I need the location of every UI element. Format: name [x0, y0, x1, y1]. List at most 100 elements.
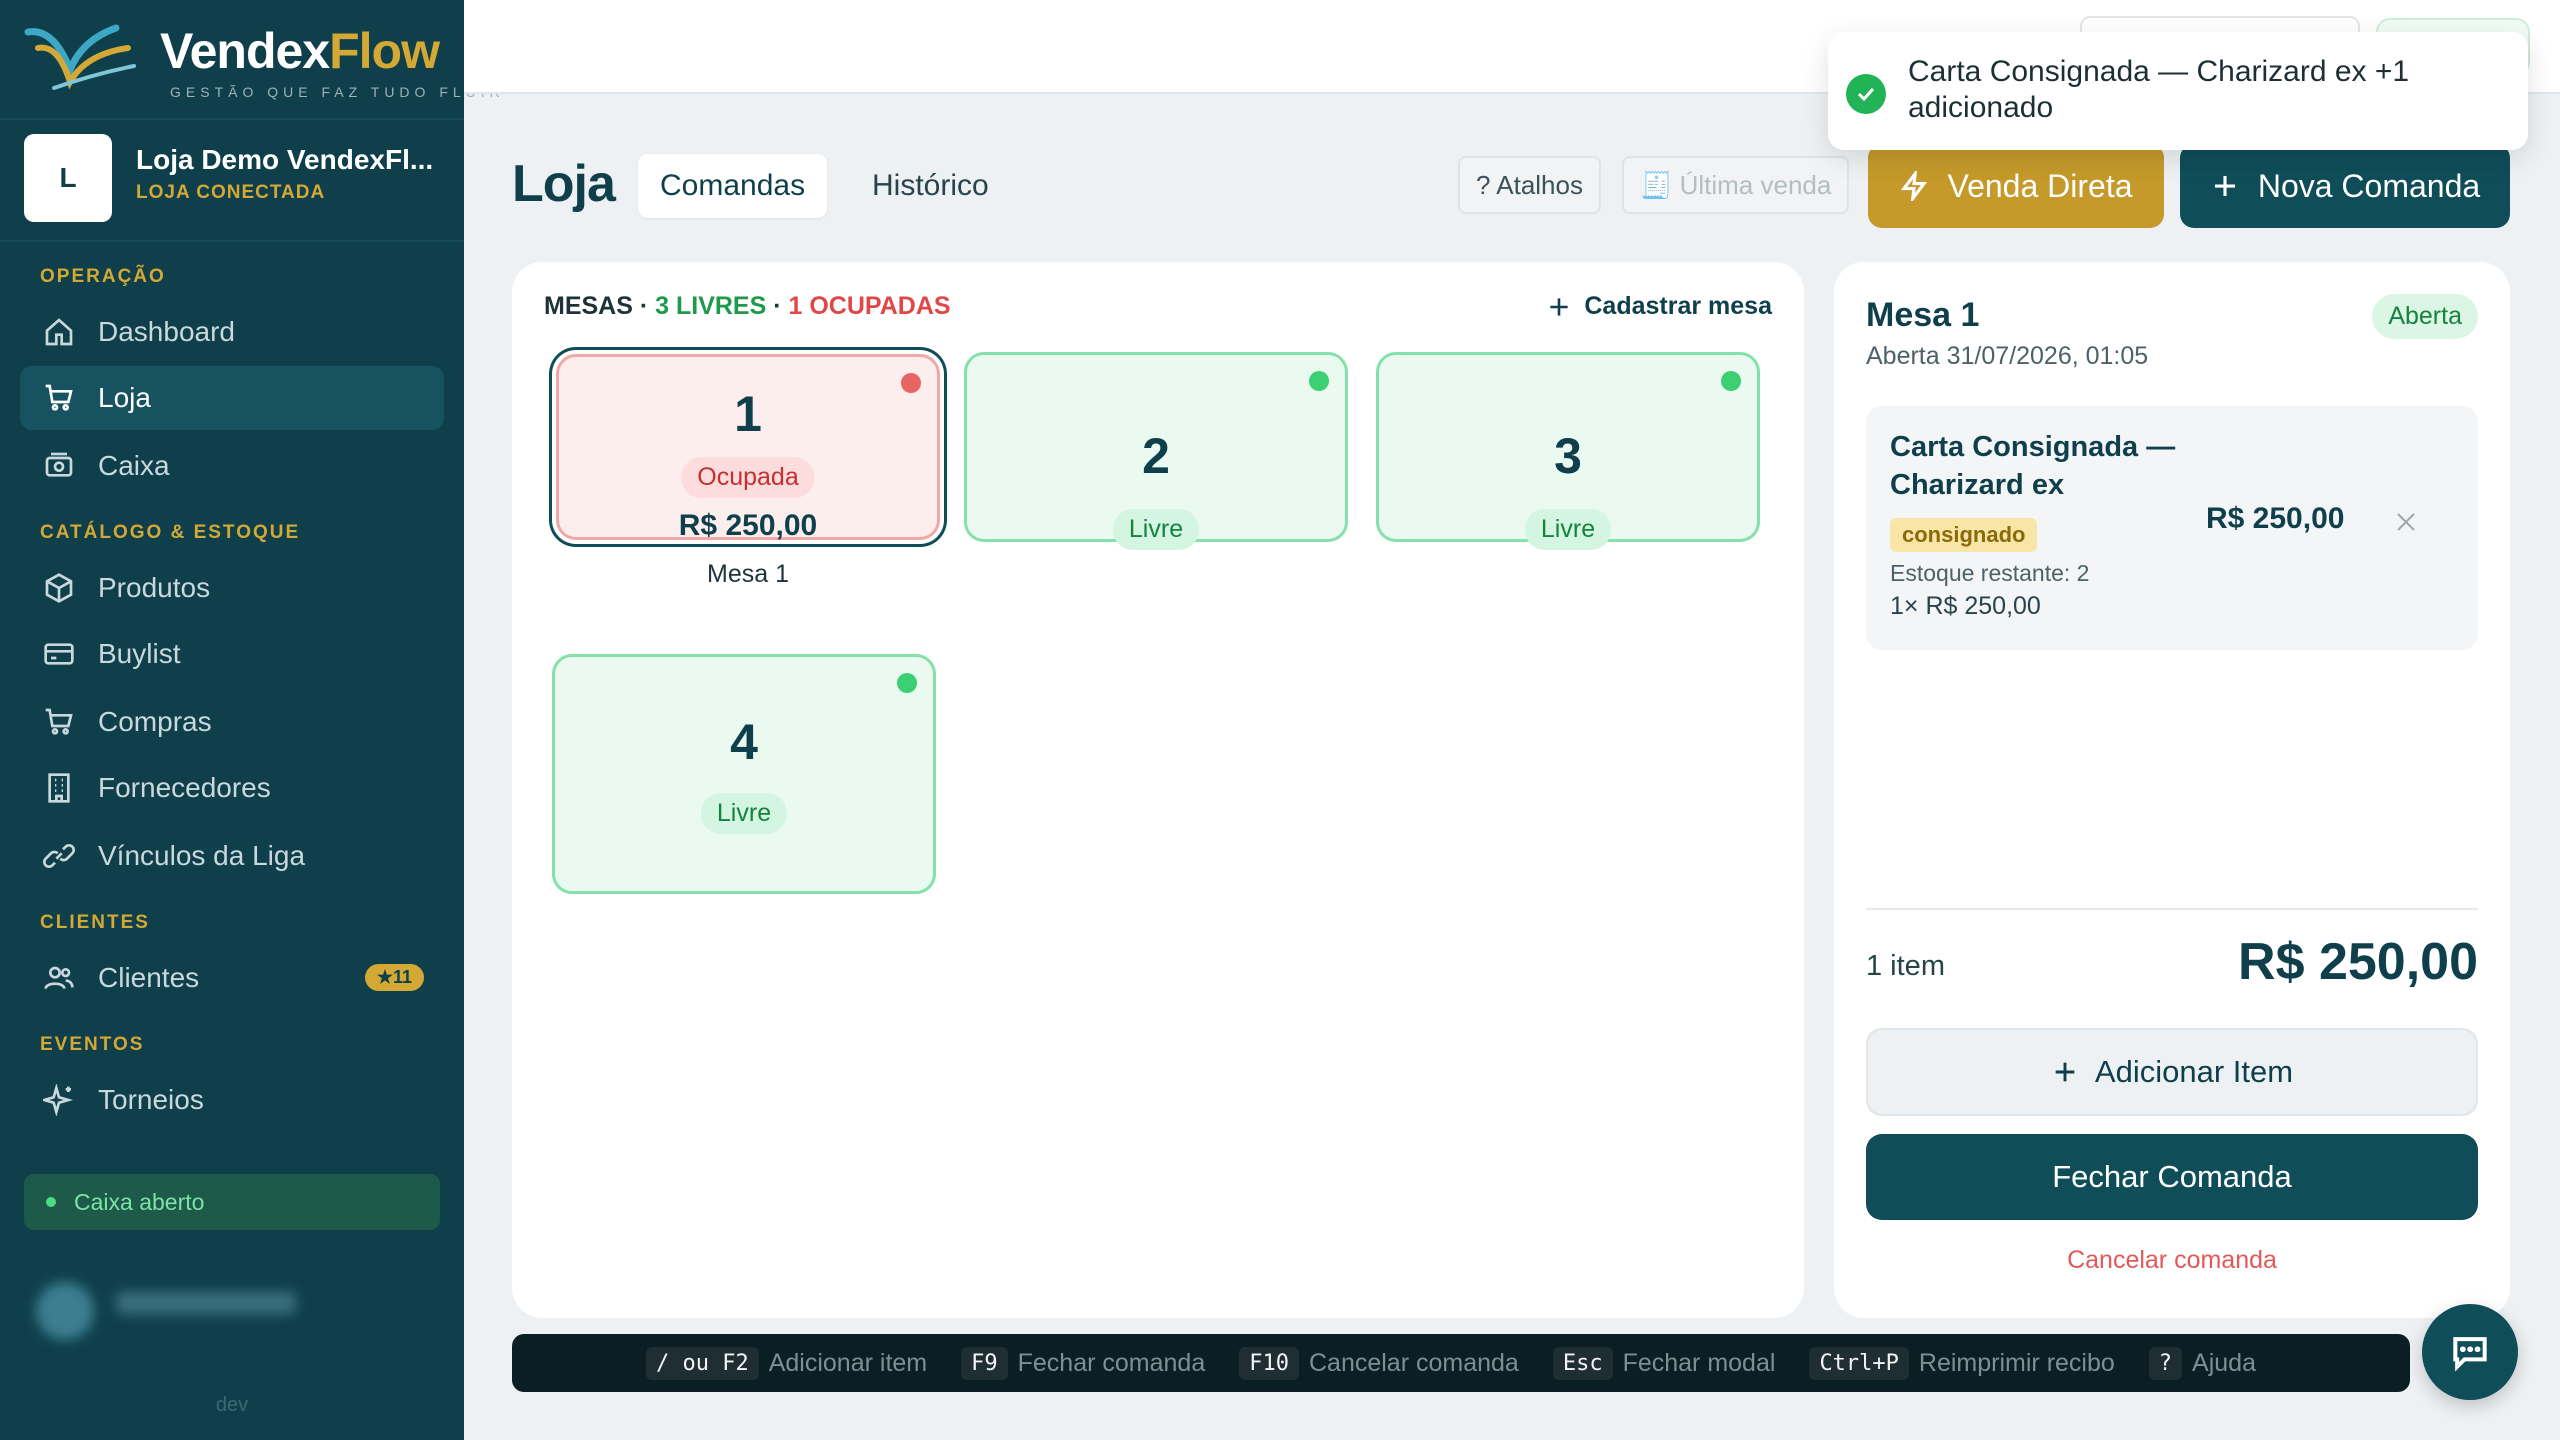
toast-message: Carta Consignada — Charizard ex +1 adici…	[1908, 55, 2410, 124]
sidebar-item-label: Vínculos da Liga	[98, 840, 306, 871]
shortcut-key: Ctrl+P	[1809, 1346, 1909, 1380]
box-icon	[42, 571, 76, 605]
brand[interactable]: VendexFlow GESTÃO QUE FAZ TUDO FLUIR	[24, 14, 500, 102]
brand-name: VendexFlow	[160, 23, 440, 79]
direct-sale-label: Venda Direta	[1947, 167, 2133, 204]
status-dot-icon	[897, 673, 917, 693]
tab-comandas[interactable]: Comandas	[638, 154, 828, 218]
store-avatar: L	[24, 134, 112, 222]
table-status-badge: Ocupada	[681, 457, 815, 498]
card-icon	[42, 637, 76, 671]
sidebar-item-buylist[interactable]: Buylist	[20, 622, 444, 686]
check-circle-icon	[1846, 74, 1886, 114]
shortcut-label: Reimprimir recibo	[1918, 1348, 2115, 1377]
status-dot-icon	[1721, 371, 1741, 391]
direct-sale-button[interactable]: Venda Direta	[1868, 144, 2164, 228]
sidebar-item-loja[interactable]: Loja	[20, 366, 444, 430]
last-sale-button[interactable]: 🧾 Última venda	[1622, 156, 1850, 214]
sidebar-item-label: Loja	[98, 382, 151, 413]
shortcut-item: F9 Fechar comanda	[961, 1346, 1206, 1380]
store-name: Loja Demo VendexFl...	[136, 144, 434, 175]
store-selector[interactable]: L Loja Demo VendexFl... LOJA CONECTADA	[0, 118, 464, 242]
table-card-2[interactable]: 2 Livre	[964, 352, 1348, 550]
plus-icon	[2055, 1062, 2075, 1082]
plus-icon	[2214, 176, 2235, 196]
tab-historico[interactable]: Histórico	[850, 154, 1011, 218]
table-label: Mesa 1	[707, 560, 789, 588]
lightning-icon	[1901, 171, 1928, 201]
sidebar-item-label: Fornecedores	[98, 772, 271, 803]
shortcuts-button[interactable]: ? Atalhos	[1458, 156, 1601, 214]
add-item-label: Adicionar Item	[2094, 1054, 2294, 1089]
store-status: LOJA CONECTADA	[136, 182, 326, 203]
page-title: Loja	[512, 155, 616, 213]
sidebar-item-label: Torneios	[98, 1084, 204, 1115]
shortcut-key: F10	[1239, 1346, 1299, 1380]
success-toast[interactable]: Carta Consignada — Charizard ex +1 adici…	[1828, 32, 2528, 150]
status-badge: Aberta	[2372, 294, 2478, 339]
add-item-button[interactable]: Adicionar Item	[1866, 1028, 2478, 1116]
sidebar-item-label: Dashboard	[98, 316, 235, 347]
new-order-label: Nova Comanda	[2257, 167, 2481, 204]
cancel-order-link[interactable]: Cancelar comanda	[1834, 1246, 2510, 1275]
add-table-button[interactable]: Cadastrar mesa	[1546, 292, 1772, 321]
chat-button[interactable]	[2422, 1304, 2518, 1400]
shortcut-key: ?	[2148, 1346, 2183, 1380]
table-card-3[interactable]: 3 Livre	[1376, 352, 1760, 550]
shortcut-item: F10 Cancelar comanda	[1239, 1346, 1519, 1380]
order-item[interactable]: Carta Consignada — Charizard ex consigna…	[1866, 406, 2478, 650]
user-profile-blurred[interactable]	[36, 1282, 416, 1342]
caixa-status-badge[interactable]: Caixa aberto	[24, 1174, 440, 1230]
order-panel: Mesa 1 Aberta 31/07/2026, 01:05 Aberta C…	[1834, 262, 2510, 1318]
sidebar-item-label: Produtos	[98, 572, 211, 603]
shortcut-label: Adicionar item	[768, 1348, 928, 1377]
close-order-button[interactable]: Fechar Comanda	[1866, 1134, 2478, 1220]
table-status-badge: Livre	[1524, 509, 1612, 550]
order-title: Mesa 1	[1866, 296, 1980, 334]
user-name-blurred	[116, 1292, 296, 1314]
sidebar-item-vinculos[interactable]: Vínculos da Liga	[20, 824, 444, 888]
shortcut-label: Fechar modal	[1622, 1348, 1776, 1377]
tables-summary: MESAS · 3 LIVRES · 1 OCUPADAS	[544, 292, 951, 320]
users-icon	[42, 961, 76, 995]
cart-icon	[42, 705, 76, 739]
shortcut-label: Fechar comanda	[1017, 1348, 1206, 1377]
vendexflow-logo-icon	[24, 24, 136, 90]
sidebar-item-label: Caixa	[98, 450, 170, 481]
sidebar-item-label: Clientes	[98, 962, 200, 993]
table-card-4[interactable]: 4 Livre	[552, 654, 936, 894]
add-table-label: Cadastrar mesa	[1584, 292, 1772, 320]
new-order-button[interactable]: Nova Comanda	[2180, 144, 2510, 228]
sidebar-item-compras[interactable]: Compras	[20, 690, 444, 754]
plus-icon	[1550, 297, 1569, 316]
building-icon	[42, 771, 76, 805]
sidebar-item-produtos[interactable]: Produtos	[20, 556, 444, 620]
shortcut-label: Cancelar comanda	[1308, 1348, 1519, 1377]
keyboard-shortcuts-bar: / ou F2 Adicionar item F9 Fechar comanda F…	[512, 1334, 2410, 1392]
sidebar-item-torneios[interactable]: Torneios	[20, 1068, 444, 1132]
table-number: 4	[730, 714, 758, 770]
shortcut-item: Esc Fechar modal	[1552, 1346, 1776, 1380]
item-price: R$ 250,00	[2206, 502, 2345, 535]
remove-item-button[interactable]	[2394, 510, 2418, 534]
item-quantity: 1× R$ 250,00	[1890, 592, 2041, 620]
cash-register-icon	[42, 449, 76, 483]
sidebar-item-dashboard[interactable]: Dashboard	[20, 300, 444, 364]
caixa-status-label: Caixa aberto	[74, 1188, 205, 1215]
order-opened-date: Aberta 31/07/2026, 01:05	[1866, 342, 2149, 370]
shortcut-item: Ctrl+P Reimprimir recibo	[1809, 1346, 2115, 1380]
brand-tagline: GESTÃO QUE FAZ TUDO FLUIR	[170, 84, 505, 100]
item-count: 1 item	[1866, 950, 1945, 982]
cart-icon	[42, 381, 76, 415]
table-number: 3	[1554, 428, 1582, 484]
sidebar-item-caixa[interactable]: Caixa	[20, 434, 444, 498]
free-count: 3 LIVRES	[655, 292, 767, 320]
table-total: R$ 250,00	[678, 509, 818, 542]
clientes-badge: ★11	[364, 964, 424, 991]
status-dot-icon	[46, 1197, 56, 1207]
shortcut-item: / ou F2 Adicionar item	[646, 1346, 928, 1380]
sidebar-item-clientes[interactable]: Clientes ★11	[20, 946, 444, 1010]
sidebar-item-fornecedores[interactable]: Fornecedores	[20, 756, 444, 820]
nav-section-clientes: CLIENTES	[40, 912, 150, 933]
table-card-1[interactable]: 1 Ocupada R$ 250,00	[556, 354, 940, 542]
